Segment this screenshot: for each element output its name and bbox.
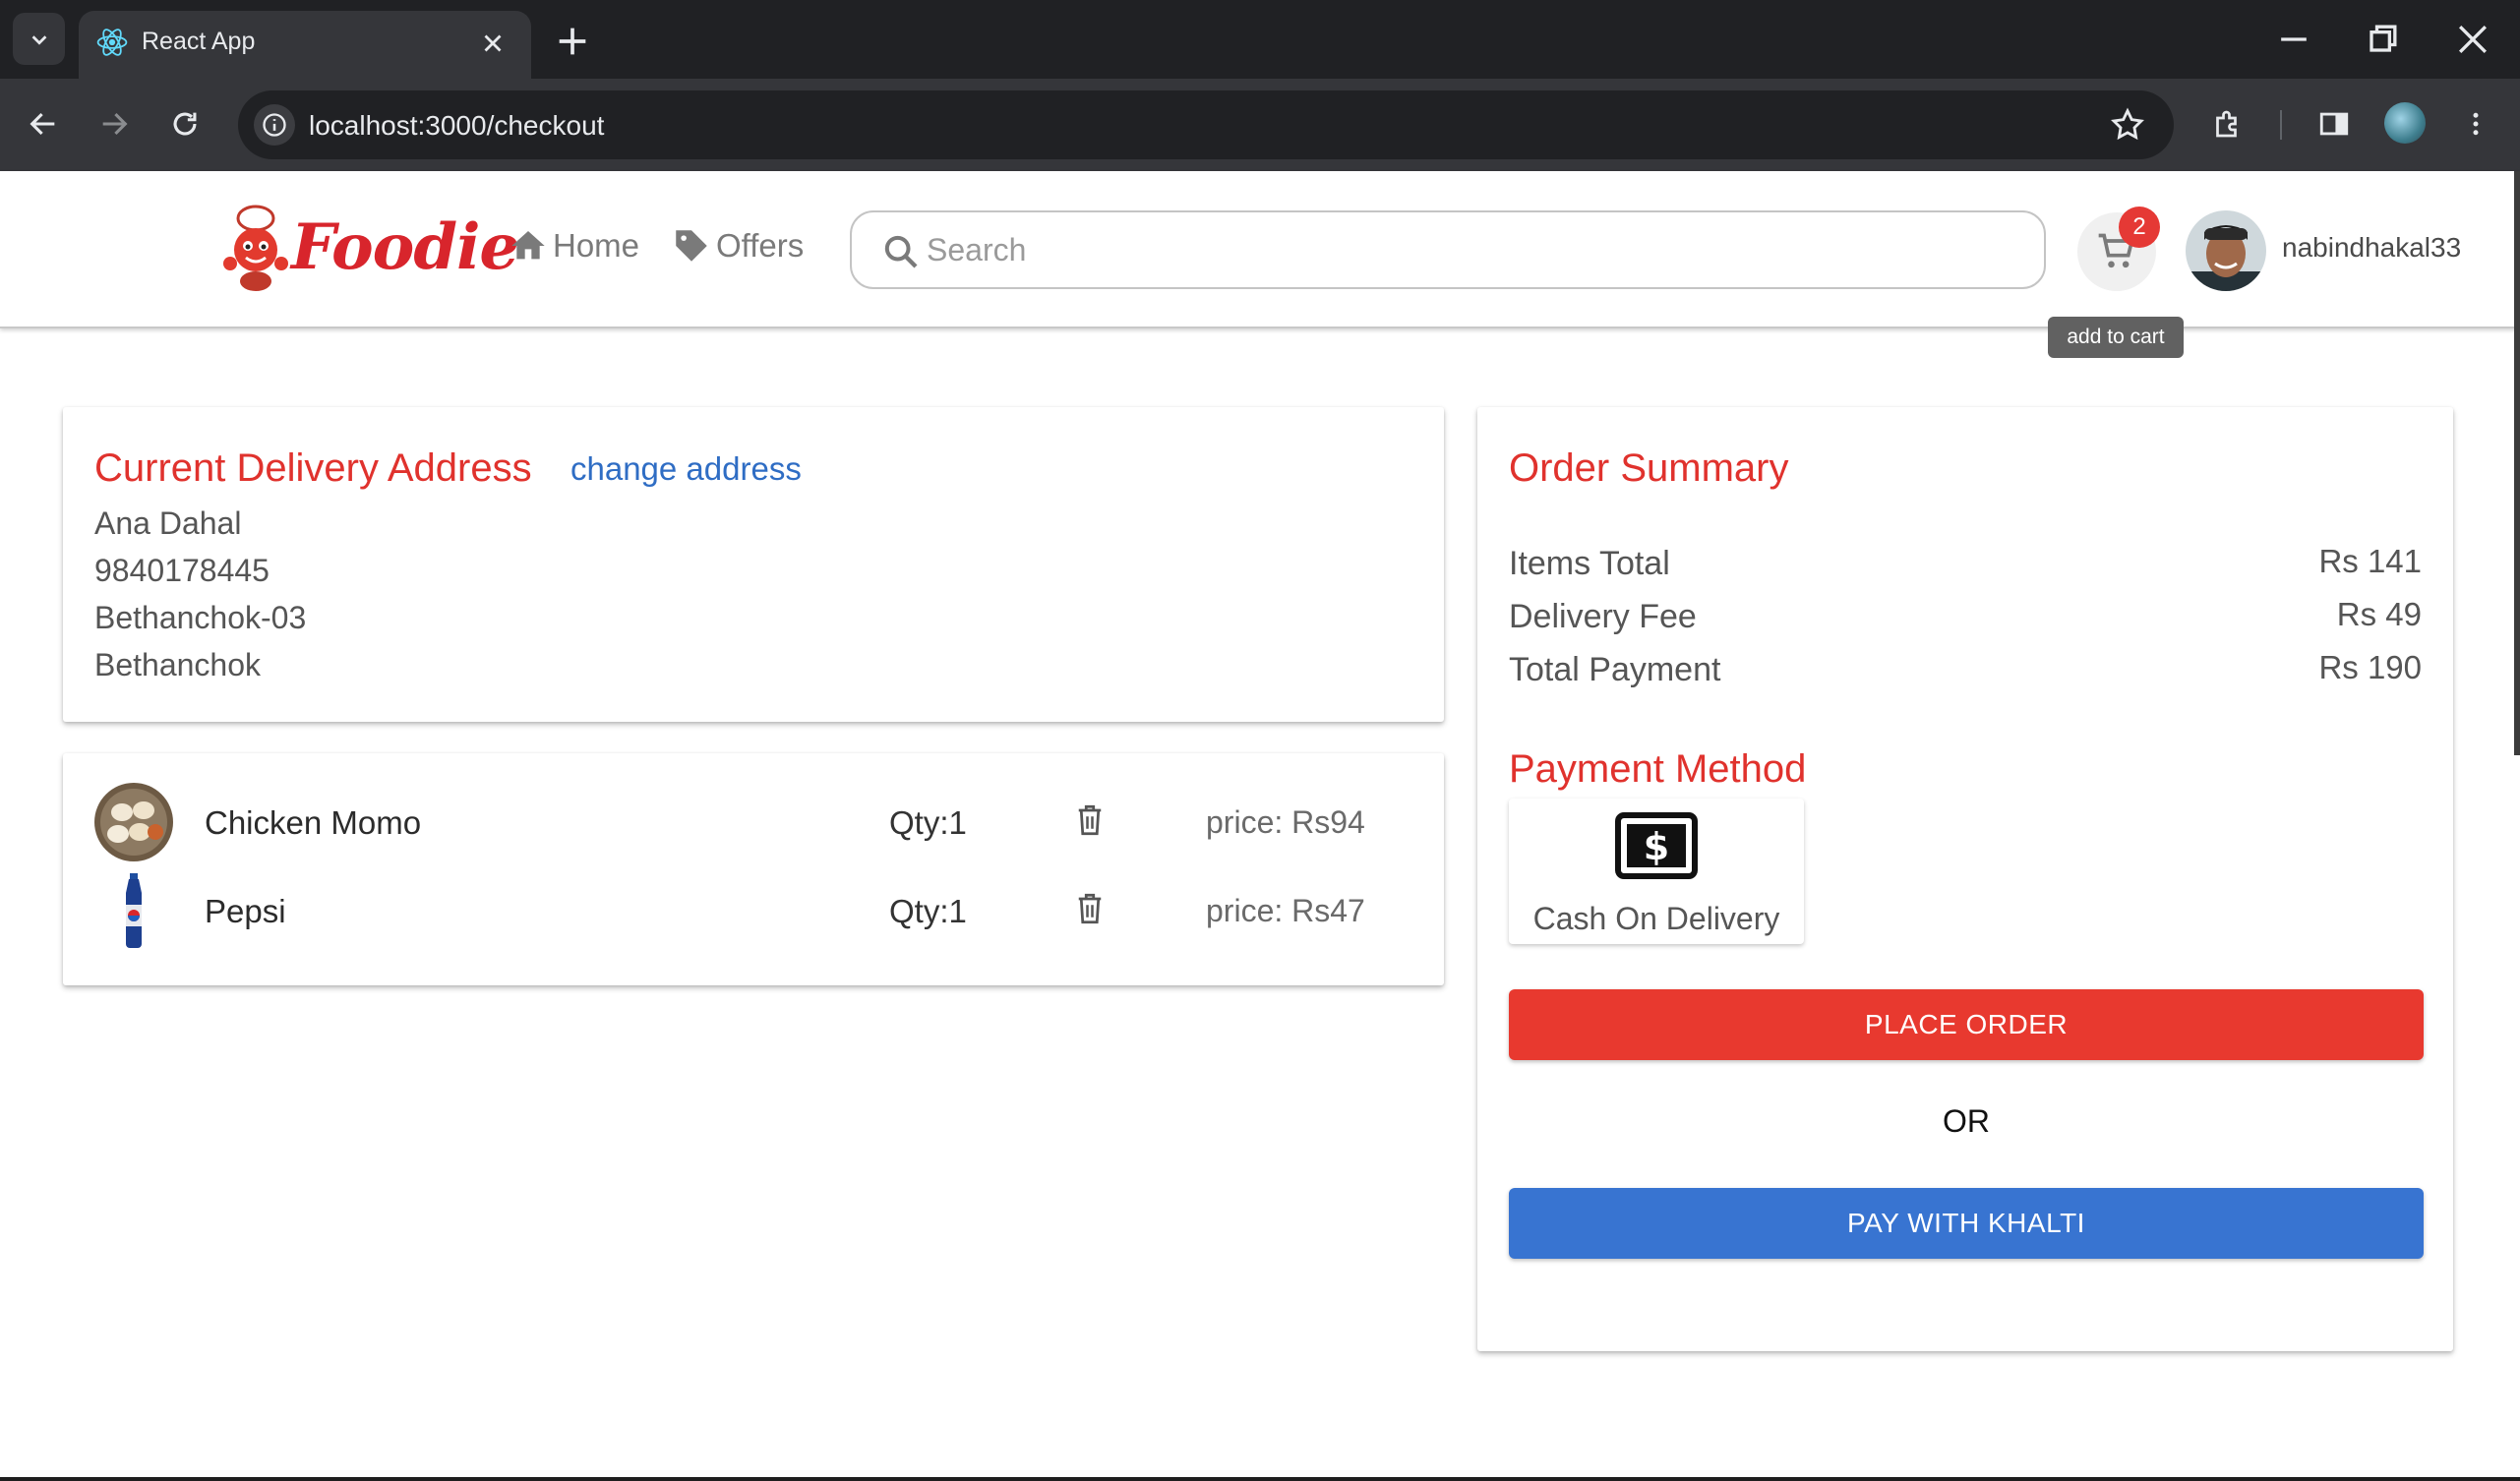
tab-title: React App: [142, 28, 256, 55]
chevron-down-icon: [31, 34, 46, 45]
browser-tab[interactable]: React App: [79, 11, 531, 79]
or-separator: OR: [1943, 1103, 1990, 1139]
delivery-address-card: Current Delivery Address change address …: [63, 407, 1444, 722]
total-payment-value: Rs 190: [2318, 649, 2422, 685]
list-item: Chicken Momo Qty:1 price: Rs94: [63, 783, 1444, 865]
item-name: Pepsi: [205, 893, 286, 929]
arrow-right-icon: [102, 112, 128, 136]
trash-icon: [1078, 893, 1102, 924]
nav-home-label: Home: [553, 227, 640, 264]
nav-offers-label: Offers: [716, 227, 805, 264]
cart-tooltip: add to cart: [2048, 317, 2184, 358]
item-price: price: Rs47: [1206, 893, 1365, 928]
side-panel-icon: [2319, 112, 2349, 136]
address-city: Bethanchok: [94, 647, 262, 682]
item-quantity: Qty:1: [889, 893, 967, 929]
nav-offers[interactable]: Offers: [671, 222, 804, 269]
item-name: Chicken Momo: [205, 804, 422, 841]
change-address-link[interactable]: change address: [570, 450, 802, 488]
react-icon: [96, 29, 128, 56]
search-icon: [884, 235, 918, 268]
side-panel-button[interactable]: [2311, 101, 2357, 147]
close-tab-icon[interactable]: [478, 29, 508, 58]
user-avatar-image: [2186, 210, 2266, 291]
search-input[interactable]: [927, 228, 2009, 271]
search-box[interactable]: [850, 210, 2046, 289]
cart-count-badge: 2: [2119, 207, 2160, 248]
bookmark-star-icon[interactable]: [2109, 106, 2146, 144]
order-summary-card: Order Summary Items Total Rs 141 Deliver…: [1477, 407, 2453, 1351]
item-quantity: Qty:1: [889, 804, 967, 841]
minimize-icon[interactable]: [2272, 18, 2315, 61]
window-bottom-edge: [0, 1477, 2520, 1481]
svg-text:$: $: [1644, 825, 1669, 868]
url-text: localhost:3000/checkout: [309, 110, 605, 141]
total-payment-label: Total Payment: [1509, 651, 1721, 688]
page-scrollbar[interactable]: [2514, 171, 2520, 755]
new-tab-icon[interactable]: [553, 22, 592, 61]
cash-on-delivery-option[interactable]: $ Cash On Delivery: [1509, 799, 1804, 944]
reload-button[interactable]: [161, 100, 209, 148]
items-total-value: Rs 141: [2318, 543, 2422, 579]
chef-mascot-icon: [223, 205, 288, 291]
more-vertical-icon: [2473, 112, 2479, 136]
tab-search-button[interactable]: [13, 13, 65, 65]
pay-with-khalti-button[interactable]: PAY WITH KHALTI: [1509, 1188, 2424, 1259]
app-root: Foodie Home Offers 2: [0, 171, 2520, 1481]
address-street: Bethanchok-03: [94, 600, 307, 635]
items-total-label: Items Total: [1509, 545, 1670, 582]
site-info-button[interactable]: [254, 104, 295, 146]
reload-icon: [173, 112, 197, 136]
delivery-fee-value: Rs 49: [2336, 596, 2422, 632]
momo-thumbnail: [94, 783, 173, 861]
username[interactable]: nabindhakal33: [2282, 232, 2461, 264]
browser-menu-button[interactable]: [2453, 101, 2498, 147]
list-item: Pepsi Qty:1 price: Rs47: [63, 871, 1444, 954]
app-header: Foodie Home Offers 2: [0, 171, 2520, 358]
address-phone: 9840178445: [94, 553, 270, 588]
browser-toolbar: localhost:3000/checkout: [0, 79, 2520, 171]
home-icon: [511, 231, 545, 260]
order-summary-heading: Order Summary: [1509, 446, 1789, 490]
foodie-logo[interactable]: Foodie: [220, 205, 519, 295]
trash-icon: [1078, 804, 1102, 836]
place-order-button[interactable]: PLACE ORDER: [1509, 989, 2424, 1060]
restore-icon[interactable]: [2361, 18, 2404, 61]
delivery-address-heading: Current Delivery Address: [94, 446, 532, 490]
address-name: Ana Dahal: [94, 505, 242, 541]
cart-items-card: Chicken Momo Qty:1 price: Rs94 Pepsi Qty…: [63, 753, 1444, 985]
delete-item-button[interactable]: [1070, 889, 1110, 928]
extensions-button[interactable]: [2205, 101, 2250, 147]
browser-profile-avatar[interactable]: [2384, 102, 2426, 144]
toolbar-divider: [2280, 110, 2282, 140]
back-button[interactable]: [20, 100, 67, 148]
delivery-fee-label: Delivery Fee: [1509, 598, 1697, 635]
address-bar[interactable]: localhost:3000/checkout: [238, 90, 2174, 159]
pepsi-bottle-thumbnail: [126, 873, 142, 948]
puzzle-icon: [2216, 110, 2237, 138]
item-price: price: Rs94: [1206, 804, 1365, 840]
info-icon: [263, 113, 286, 137]
avatar[interactable]: [2186, 210, 2266, 291]
close-window-icon[interactable]: [2451, 18, 2494, 61]
tag-icon: [676, 230, 707, 262]
forward-button[interactable]: [90, 100, 138, 148]
cash-icon: $: [1615, 812, 1698, 879]
nav-home[interactable]: Home: [508, 222, 639, 269]
cash-on-delivery-label: Cash On Delivery: [1532, 901, 1780, 936]
arrow-left-icon: [30, 112, 55, 136]
delete-item-button[interactable]: [1070, 800, 1110, 840]
browser-tab-bar: React App: [0, 0, 2520, 79]
logo-text: Foodie: [291, 210, 519, 284]
payment-method-heading: Payment Method: [1509, 747, 1807, 791]
